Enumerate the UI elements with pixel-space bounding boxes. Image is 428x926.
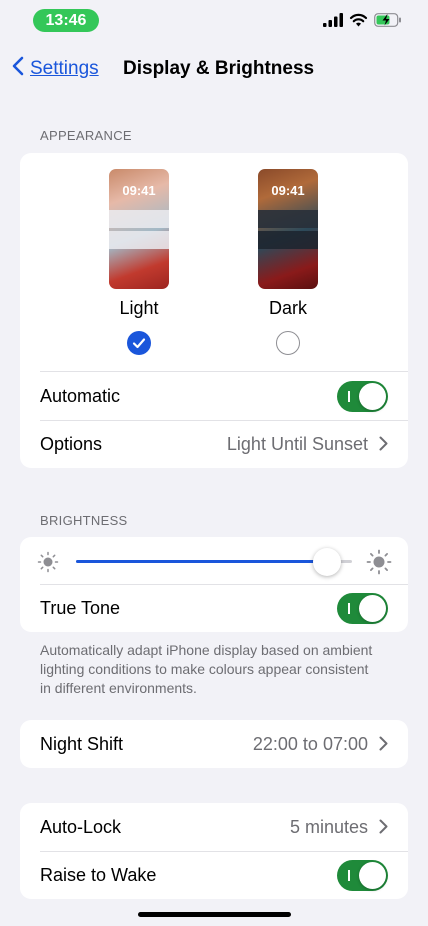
slider-thumb[interactable]	[313, 548, 342, 576]
light-radio[interactable]	[127, 331, 151, 355]
night-shift-label: Night Shift	[40, 734, 124, 754]
wifi-icon	[349, 13, 368, 32]
light-label: Light	[119, 298, 159, 318]
night-shift-value: 22:00 to 07:00	[252, 734, 368, 754]
chevron-right-icon	[379, 736, 388, 756]
status-time: 13:46	[33, 9, 99, 32]
raise-to-wake-label: Raise to Wake	[40, 865, 157, 885]
sun-large-icon	[366, 549, 392, 580]
back-button[interactable]: Settings	[12, 56, 99, 82]
options-label: Options	[40, 434, 103, 454]
dark-label: Dark	[268, 298, 307, 318]
checkmark-icon	[132, 338, 146, 349]
automatic-toggle[interactable]	[337, 381, 388, 412]
dark-mode-preview[interactable]: 09:41	[258, 169, 318, 289]
preview-notification	[109, 210, 169, 228]
auto-lock-row[interactable]: Auto-Lock 5 minutes	[20, 803, 408, 851]
home-indicator	[138, 912, 291, 917]
true-tone-label: True Tone	[40, 598, 121, 618]
page-title: Display & Brightness	[123, 58, 315, 79]
sun-small-icon	[37, 551, 59, 578]
appearance-card: 09:41 Light 09:41 Dark Automatic Options…	[20, 153, 408, 468]
preview-notification	[258, 231, 318, 249]
preview-notification	[109, 231, 169, 249]
preview-notification	[258, 210, 318, 228]
cellular-signal-icon	[323, 13, 343, 32]
preview-time: 09:41	[271, 183, 305, 198]
light-mode-preview[interactable]: 09:41	[109, 169, 169, 289]
auto-lock-value: 5 minutes	[289, 817, 368, 837]
true-tone-description: Automatically adapt iPhone display based…	[40, 642, 373, 696]
true-tone-toggle[interactable]	[337, 593, 388, 624]
auto-lock-label: Auto-Lock	[40, 817, 122, 837]
night-shift-row[interactable]: Night Shift 22:00 to 07:00	[20, 720, 408, 768]
brightness-header: BRIGHTNESS	[40, 513, 128, 528]
chevron-right-icon	[379, 819, 388, 839]
back-label: Settings	[30, 58, 99, 79]
options-value: Light Until Sunset	[226, 434, 368, 454]
night-shift-card: Night Shift 22:00 to 07:00	[20, 720, 408, 768]
automatic-label: Automatic	[40, 386, 121, 406]
slider-fill	[76, 560, 328, 563]
status-icons	[323, 13, 402, 32]
brightness-slider-row	[20, 537, 408, 585]
brightness-card: True Tone	[20, 537, 408, 632]
battery-charging-icon	[374, 13, 402, 32]
true-tone-row: True Tone	[20, 584, 408, 632]
chevron-right-icon	[379, 436, 388, 456]
automatic-row: Automatic	[20, 372, 408, 420]
dark-radio[interactable]	[276, 331, 300, 355]
chevron-left-icon	[12, 56, 24, 82]
status-bar: 13:46	[0, 0, 428, 42]
preview-time: 09:41	[122, 183, 156, 198]
raise-to-wake-row: Raise to Wake	[20, 851, 408, 899]
lock-settings-card: Auto-Lock 5 minutes Raise to Wake	[20, 803, 408, 899]
appearance-header: APPEARANCE	[40, 128, 132, 143]
navigation-bar: Settings Display & Brightness	[0, 52, 428, 86]
raise-to-wake-toggle[interactable]	[337, 860, 388, 891]
options-row[interactable]: Options Light Until Sunset	[20, 420, 408, 468]
brightness-slider[interactable]	[76, 548, 352, 576]
